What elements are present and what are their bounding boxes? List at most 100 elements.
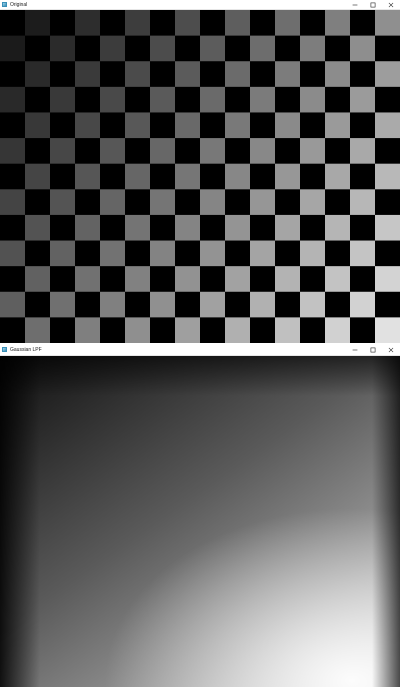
checker-square: [25, 138, 51, 165]
original-window: Original: [0, 0, 400, 344]
checker-square: [200, 291, 226, 318]
checker-square: [325, 35, 351, 62]
checker-square: [250, 10, 276, 37]
checker-square: [275, 317, 301, 343]
checker-square: [300, 189, 326, 216]
checker-square: [325, 112, 351, 139]
checker-square: [100, 291, 126, 318]
checker-square: [250, 266, 276, 293]
maximize-button[interactable]: [364, 0, 382, 9]
checker-square: [175, 35, 201, 62]
checker-square: [350, 189, 376, 216]
original-titlebar[interactable]: Original: [0, 0, 400, 10]
checker-square: [200, 317, 226, 343]
checker-square: [300, 138, 326, 165]
checker-square: [325, 61, 351, 88]
minimize-button[interactable]: [346, 344, 364, 355]
checker-square: [75, 10, 101, 37]
checker-square: [25, 35, 51, 62]
checker-square: [75, 35, 101, 62]
checker-square: [275, 86, 301, 113]
checker-square: [50, 86, 76, 113]
checker-square: [175, 240, 201, 267]
maximize-icon: [370, 347, 376, 352]
checker-square: [225, 61, 251, 88]
checker-square: [100, 138, 126, 165]
close-button[interactable]: [382, 344, 400, 355]
checker-square: [200, 138, 226, 165]
checker-square: [350, 61, 376, 88]
edge-shadow-left: [0, 356, 40, 687]
checker-square: [75, 240, 101, 267]
original-image: [0, 10, 400, 343]
checker-square: [300, 10, 326, 37]
checker-square: [25, 10, 51, 37]
checker-square: [225, 189, 251, 216]
checker-square: [375, 138, 400, 165]
maximize-button[interactable]: [364, 344, 382, 355]
checker-square: [250, 112, 276, 139]
checker-square: [375, 35, 400, 62]
checker-square: [375, 317, 400, 343]
checker-square: [75, 138, 101, 165]
checker-square: [200, 61, 226, 88]
minimize-button[interactable]: [346, 0, 364, 9]
checker-square: [200, 240, 226, 267]
checker-square: [300, 35, 326, 62]
checker-square: [275, 112, 301, 139]
checker-square: [375, 61, 400, 88]
checker-square: [50, 214, 76, 242]
checker-square: [100, 61, 126, 88]
checker-square: [125, 291, 151, 318]
checker-square: [325, 86, 351, 113]
checker-square: [225, 214, 251, 242]
checker-square: [75, 317, 101, 343]
checker-square: [0, 266, 26, 293]
checker-square: [350, 35, 376, 62]
checker-square: [175, 189, 201, 216]
checker-square: [325, 291, 351, 318]
checker-square: [200, 189, 226, 216]
checker-square: [100, 214, 126, 242]
checker-square: [200, 163, 226, 190]
checker-square: [100, 10, 126, 37]
checker-square: [25, 61, 51, 88]
checker-square: [175, 86, 201, 113]
checker-square: [250, 61, 276, 88]
checker-square: [350, 291, 376, 318]
checker-square: [200, 35, 226, 62]
edge-shadow-top: [0, 356, 400, 396]
checker-square: [50, 163, 76, 190]
checker-square: [275, 240, 301, 267]
checker-square: [250, 189, 276, 216]
checker-square: [325, 214, 351, 242]
checker-square: [175, 266, 201, 293]
checker-square: [100, 240, 126, 267]
checker-square: [250, 138, 276, 165]
checker-square: [175, 317, 201, 343]
checker-square: [150, 266, 176, 293]
close-icon: [388, 347, 394, 352]
checker-square: [150, 214, 176, 242]
checker-square: [300, 163, 326, 190]
checker-square: [0, 189, 26, 216]
gaussian-titlebar[interactable]: Gaussian LPF: [0, 344, 400, 356]
checker-square: [300, 291, 326, 318]
checker-square: [250, 214, 276, 242]
checker-square: [350, 86, 376, 113]
checker-square: [250, 317, 276, 343]
checker-square: [50, 266, 76, 293]
checker-square: [225, 266, 251, 293]
checker-square: [275, 214, 301, 242]
checker-square: [300, 266, 326, 293]
checker-square: [225, 112, 251, 139]
checker-square: [200, 266, 226, 293]
checker-square: [300, 112, 326, 139]
close-button[interactable]: [382, 0, 400, 9]
checker-square: [0, 138, 26, 165]
checker-square: [125, 61, 151, 88]
checker-square: [375, 86, 400, 113]
checker-square: [350, 266, 376, 293]
maximize-icon: [370, 2, 376, 7]
checker-square: [275, 163, 301, 190]
